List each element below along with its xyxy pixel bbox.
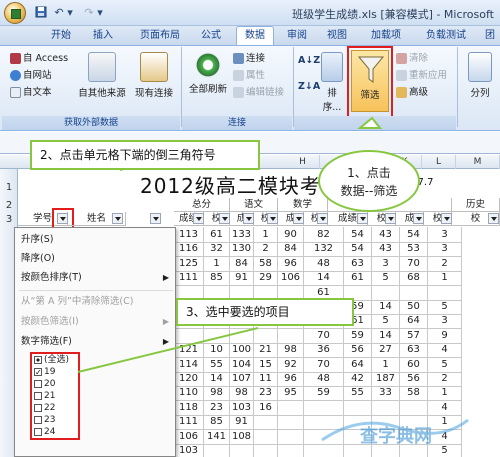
annotation-step-2: 2、点击单元格下端的倒三角符号 — [30, 140, 260, 170]
bubble-pointer — [357, 116, 383, 129]
watermark-logo: 查字典网 — [320, 410, 470, 450]
annotation-connectors — [77, 116, 383, 373]
annotation-step-1: 1、点击 数据--筛选 — [318, 150, 420, 212]
callout-pointer-line — [77, 327, 259, 373]
annotation-step-3: 3、选中要选的项目 — [176, 298, 354, 326]
